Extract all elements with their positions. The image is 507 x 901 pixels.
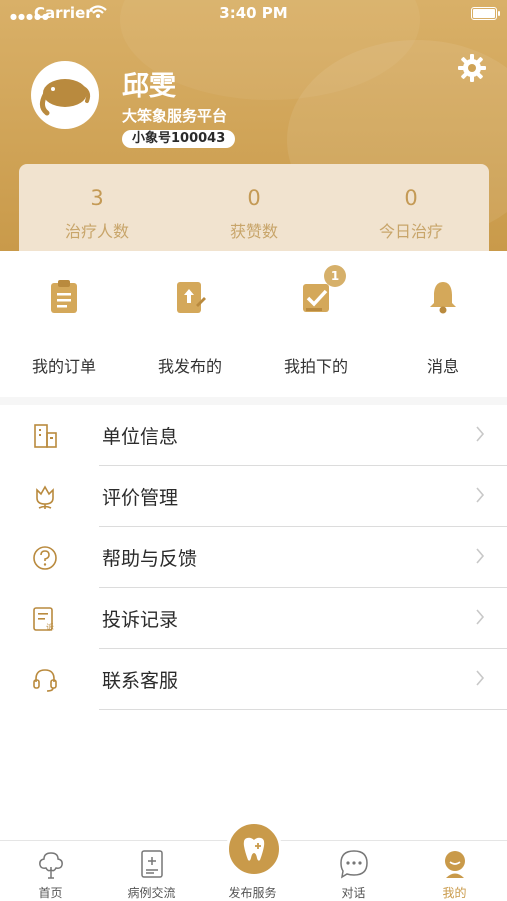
quick-actions: 我的订单 我发布的 1 我拍下的 消息 [0, 251, 507, 397]
notification-badge: 1 [324, 265, 346, 287]
tab-mine[interactable]: 我的 [404, 841, 505, 901]
profile-header: ●●●●● Carrier 3:40 PM 邱雯 大笨象服务平台 小象号1000… [0, 0, 507, 251]
menu-label: 单位信息 [102, 426, 179, 448]
menu-unit-info[interactable]: 单位信息 [0, 405, 507, 466]
tab-label: 对话 [341, 886, 366, 900]
profile-icon [445, 851, 465, 878]
tab-label: 发布服务 [228, 886, 277, 900]
chevron-right-icon [476, 609, 485, 625]
tab-label: 病例交流 [127, 886, 176, 900]
stat-label: 获赞数 [229, 222, 278, 241]
quick-messages[interactable]: 消息 [380, 273, 506, 383]
divider [99, 709, 507, 710]
battery-icon [471, 7, 500, 20]
quick-my-bought[interactable]: 1 我拍下的 [253, 265, 379, 383]
tab-label: 我的 [442, 886, 467, 900]
stat-today-treatment[interactable]: 0 今日治疗 [333, 164, 489, 251]
bell-icon [430, 282, 456, 314]
flower-icon [36, 485, 54, 509]
chevron-right-icon [476, 426, 485, 442]
chevron-right-icon [476, 548, 485, 564]
menu-contact-service[interactable]: 联系客服 [0, 649, 507, 710]
stat-label: 今日治疗 [378, 222, 443, 241]
tree-icon [39, 852, 63, 879]
menu-label: 投诉记录 [102, 609, 179, 631]
tab-home[interactable]: 首页 [0, 841, 101, 901]
tab-case-exchange[interactable]: 病例交流 [101, 841, 202, 901]
stat-likes[interactable]: 0 获赞数 [176, 164, 332, 251]
menu-label: 帮助与反馈 [102, 548, 198, 570]
gear-icon[interactable] [457, 53, 487, 83]
stats-card: 3 治疗人数 0 获赞数 0 今日治疗 [19, 164, 489, 251]
stat-treatment-count[interactable]: 3 治疗人数 [19, 164, 175, 251]
stat-value: 3 [90, 186, 104, 210]
tab-chat[interactable]: 对话 [303, 841, 404, 901]
building-icon [34, 424, 57, 448]
menu-review-management[interactable]: 评价管理 [0, 466, 507, 527]
avatar[interactable] [31, 61, 99, 129]
publish-service-button[interactable] [226, 821, 282, 877]
quick-my-published[interactable]: 我发布的 [127, 273, 253, 383]
case-icon [141, 850, 163, 878]
menu-help-feedback[interactable]: 帮助与反馈 [0, 527, 507, 588]
help-icon [33, 546, 57, 570]
stat-value: 0 [404, 186, 418, 210]
menu-complaint-records[interactable]: 诉 投诉记录 [0, 588, 507, 649]
section-divider [0, 397, 507, 405]
complaint-icon: 诉 [33, 607, 54, 632]
headset-icon [33, 669, 57, 692]
elephant-logo-icon [39, 79, 91, 116]
chevron-right-icon [476, 487, 485, 503]
quick-my-orders[interactable]: 我的订单 [1, 273, 127, 383]
user-id-badge: 小象号100043 [122, 130, 236, 148]
chat-icon [340, 850, 368, 879]
chevron-right-icon [476, 670, 485, 686]
stat-value: 0 [247, 186, 261, 210]
upload-doc-icon [177, 282, 206, 313]
platform-name: 大笨象服务平台 [122, 107, 228, 125]
quick-label: 我的订单 [31, 357, 96, 376]
tab-label: 首页 [38, 886, 63, 900]
quick-label: 我拍下的 [283, 357, 348, 376]
tooth-icon [243, 837, 265, 861]
menu-label: 联系客服 [102, 670, 179, 692]
quick-label: 消息 [426, 357, 459, 376]
stat-label: 治疗人数 [64, 222, 129, 241]
clock: 3:40 PM [219, 4, 288, 22]
status-bar: ●●●●● Carrier 3:40 PM [0, 0, 507, 26]
quick-label: 我发布的 [157, 357, 222, 376]
user-name: 邱雯 [122, 71, 176, 102]
clipboard-icon [51, 280, 77, 313]
menu-label: 评价管理 [102, 487, 179, 509]
svg-text:诉: 诉 [46, 622, 54, 632]
